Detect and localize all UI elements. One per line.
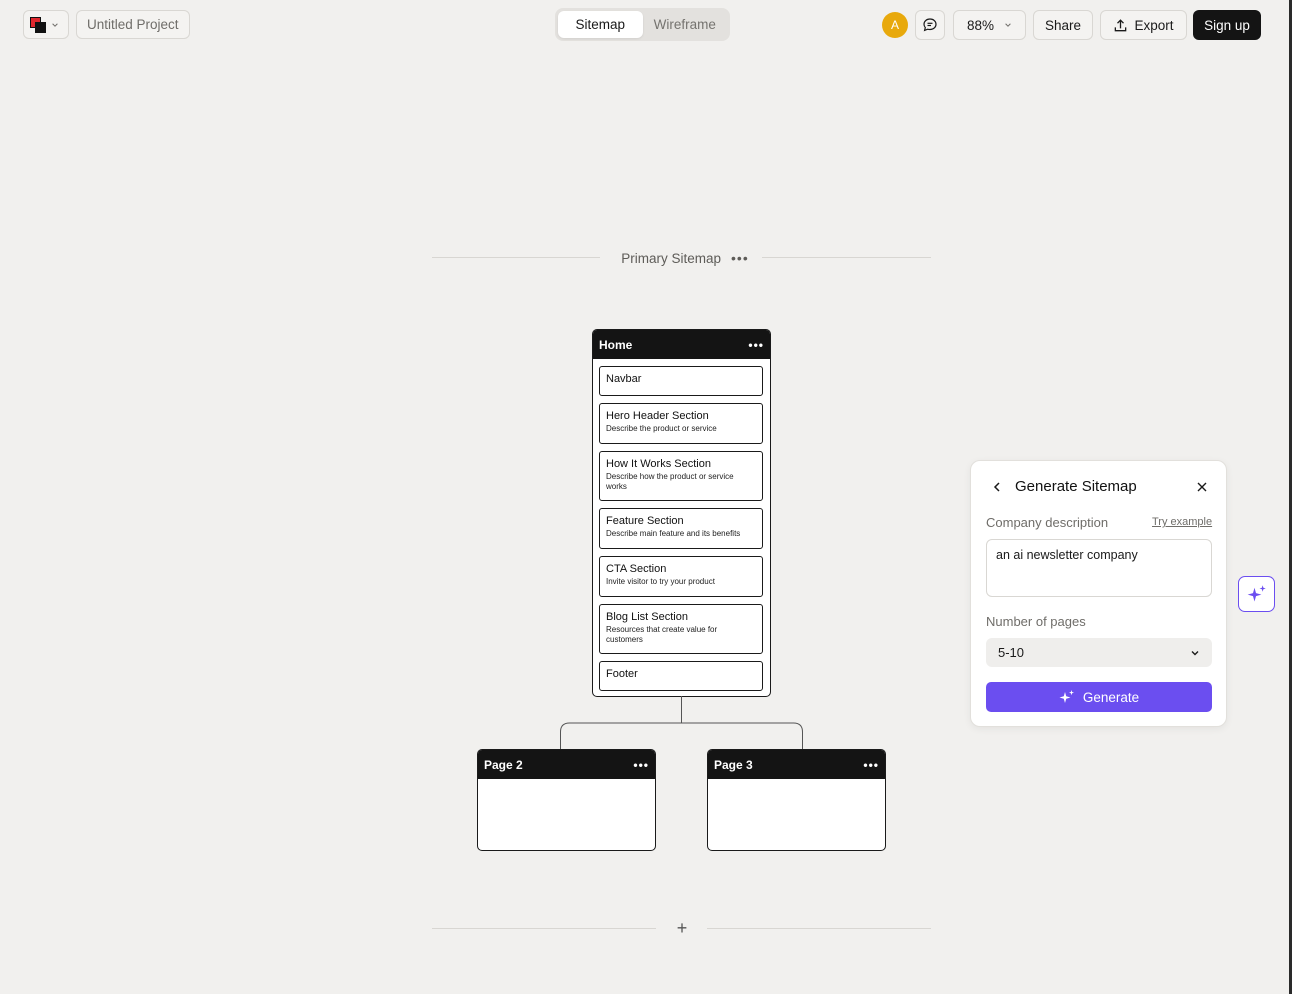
export-label: Export (1134, 17, 1174, 33)
upload-icon (1115, 18, 1127, 31)
try-example-link[interactable]: Try example (1152, 516, 1212, 528)
section-title: Blog List Section (606, 611, 688, 623)
card-title: Home (599, 337, 633, 352)
company-description-label: Company description (986, 515, 1109, 530)
section-description: Resources that create value for customer… (606, 625, 718, 644)
section-title: Footer (606, 668, 638, 680)
section-block[interactable]: Hero Header Section Describe the product… (599, 403, 763, 444)
section-title: Feature Section (606, 515, 684, 527)
company-description-input[interactable]: an ai newsletter company (986, 539, 1212, 597)
section-block[interactable]: Blog List Section Resources that create … (599, 604, 763, 654)
sitemap-header: Primary Sitemap ••• (600, 248, 770, 268)
logo-icon (30, 16, 46, 33)
card-header[interactable]: Page 2 ••• (478, 750, 655, 779)
chevron-down-icon (1191, 650, 1199, 655)
section-block[interactable]: Navbar (599, 366, 763, 396)
section-divider (707, 928, 931, 929)
more-icon[interactable]: ••• (748, 339, 764, 351)
section-block[interactable]: How It Works Section Describe how the pr… (599, 451, 763, 501)
panel-title: Generate Sitemap (1015, 478, 1137, 495)
comments-button[interactable] (915, 10, 945, 40)
chevron-down-icon (52, 22, 58, 27)
page-card-home[interactable]: Home ••• Navbar Hero Header Section Desc… (592, 329, 771, 697)
section-block[interactable]: Footer (599, 661, 763, 691)
section-divider (432, 928, 656, 929)
sparkle-icon (1059, 690, 1074, 703)
close-icon[interactable] (1195, 480, 1209, 494)
section-title: How It Works Section (606, 458, 711, 470)
generate-sitemap-panel: Generate Sitemap Company description Try… (970, 460, 1227, 727)
generate-button[interactable]: Generate (986, 682, 1212, 712)
pages-value: 5-10 (998, 645, 1025, 660)
section-divider (432, 257, 600, 258)
tab-wireframe[interactable]: Wireframe (643, 11, 728, 38)
more-icon[interactable]: ••• (633, 759, 649, 771)
chevron-left-icon[interactable] (991, 480, 1003, 494)
ai-assistant-button[interactable] (1238, 576, 1275, 612)
signup-button[interactable]: Sign up (1193, 10, 1261, 40)
page-card-page-2[interactable]: Page 2 ••• (477, 749, 656, 851)
section-title: CTA Section (606, 563, 667, 575)
share-button[interactable]: Share (1033, 10, 1093, 40)
card-title: Page 2 (484, 757, 523, 772)
card-title: Page 3 (714, 757, 753, 772)
add-sitemap-button[interactable]: + (674, 918, 690, 938)
number-of-pages-label: Number of pages (986, 614, 1086, 629)
section-divider (762, 257, 931, 258)
number-of-pages-select[interactable]: 5-10 (986, 638, 1212, 667)
section-block[interactable]: Feature Section Describe main feature an… (599, 508, 763, 549)
sparkle-icon (1247, 585, 1266, 602)
tree-connector (560, 696, 803, 751)
card-header[interactable]: Page 3 ••• (708, 750, 885, 779)
section-description: Describe the product or service (606, 424, 717, 433)
card-header[interactable]: Home ••• (593, 330, 770, 359)
section-block[interactable]: CTA Section Invite visitor to try your p… (599, 556, 763, 597)
app-menu-button[interactable] (23, 10, 69, 39)
section-description: Describe how the product or service work… (606, 472, 734, 491)
more-icon[interactable]: ••• (863, 759, 879, 771)
page-card-page-3[interactable]: Page 3 ••• (707, 749, 886, 851)
section-title: Navbar (606, 373, 642, 385)
view-switcher: Sitemap Wireframe (555, 8, 730, 41)
tab-sitemap[interactable]: Sitemap (558, 11, 643, 38)
more-icon[interactable]: ••• (731, 251, 749, 265)
section-description: Describe main feature and its benefits (606, 529, 741, 538)
section-description: Invite visitor to try your product (606, 577, 715, 586)
section-title: Hero Header Section (606, 410, 709, 422)
sitemap-title[interactable]: Primary Sitemap (621, 251, 721, 266)
comment-icon (923, 18, 937, 32)
zoom-select[interactable]: 88% (953, 10, 1026, 40)
zoom-value: 88% (966, 17, 995, 33)
project-name-button[interactable]: Untitled Project (76, 10, 190, 39)
generate-label: Generate (1082, 689, 1140, 705)
chevron-down-icon (1005, 23, 1011, 27)
avatar[interactable]: A (882, 12, 908, 38)
export-button[interactable]: Export (1100, 10, 1187, 40)
